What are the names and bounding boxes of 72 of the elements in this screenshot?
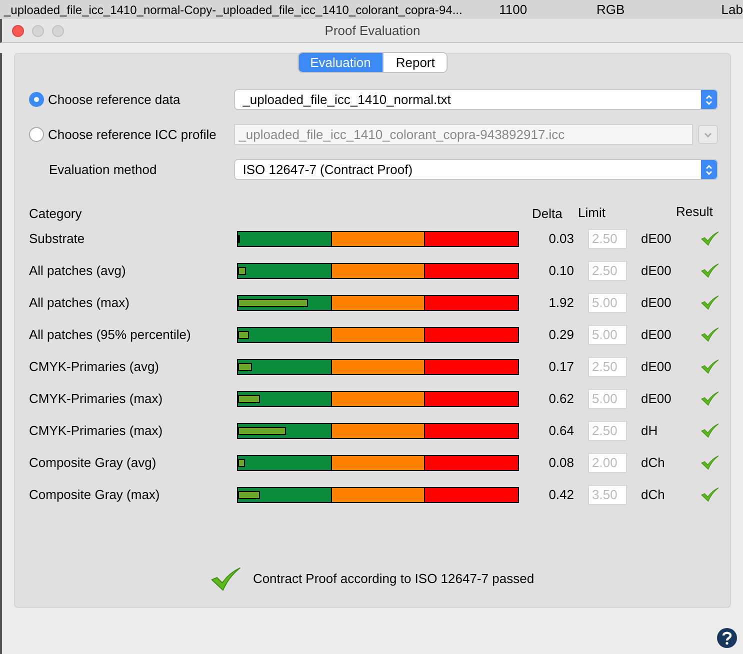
check-icon xyxy=(701,359,719,374)
table-cell-text: dCh xyxy=(641,486,666,504)
table-cell-text: 0.03 xyxy=(548,230,574,248)
limit-field[interactable]: 2.50 xyxy=(588,421,627,441)
background-text: RGB xyxy=(596,0,626,19)
check-icon xyxy=(701,231,719,246)
table-cell-text: 0.08 xyxy=(548,454,574,472)
table-cell-text: All patches (95% percentile) xyxy=(29,326,192,344)
minimize-button[interactable] xyxy=(32,25,44,37)
field-label: Evaluation method xyxy=(49,160,158,179)
summary-text: Contract Proof according to ISO 12647-7 passed xyxy=(252,570,534,588)
table-cell-text: CMYK-Primaries (max) xyxy=(29,390,164,408)
help-icon[interactable] xyxy=(717,628,737,648)
limit-field[interactable]: 2.50 xyxy=(588,357,627,377)
table-cell-text: dE00 xyxy=(641,390,672,408)
updown-icon xyxy=(701,160,717,179)
table-cell-text: All patches (max) xyxy=(29,294,130,312)
tab[interactable]: Report xyxy=(382,53,447,72)
check-icon xyxy=(210,566,241,592)
table-cell-text: dCh xyxy=(641,454,666,472)
limit-field[interactable]: 2.00 xyxy=(588,453,627,473)
check-icon xyxy=(701,455,719,470)
background-text: 1100 xyxy=(499,0,528,19)
updown-icon xyxy=(701,90,717,109)
window-title: Proof Evaluation xyxy=(324,22,420,40)
table-cell-text: dE00 xyxy=(641,262,672,280)
check-icon xyxy=(701,263,719,278)
table-cell-text: 1.92 xyxy=(548,294,574,312)
column-header: Result xyxy=(676,202,713,220)
table-cell-text: dE00 xyxy=(641,294,672,312)
background-text: _uploaded_file_icc_1410_normal-Copy-_uploaded_file_icc_1410_colorant_copra-94... xyxy=(2,2,464,18)
table-cell-text: 0.29 xyxy=(548,326,574,344)
table-cell-text: dE00 xyxy=(641,326,672,344)
column-header: Delta xyxy=(532,204,564,222)
zoom-button[interactable] xyxy=(52,25,64,37)
table-cell-text: dH xyxy=(641,422,659,440)
table-cell-text: Substrate xyxy=(29,230,86,248)
table-cell-text: CMYK-Primaries (max) xyxy=(29,422,164,440)
column-header: Category xyxy=(29,204,83,223)
table-cell-text: dE00 xyxy=(641,230,672,248)
background-text: Lab xyxy=(721,0,743,19)
table-cell-text: All patches (avg) xyxy=(29,262,127,280)
table-cell-text: Composite Gray (avg) xyxy=(29,454,158,472)
table-cell-text: 0.17 xyxy=(548,358,574,376)
tab[interactable]: Evaluation xyxy=(298,53,383,72)
limit-field[interactable]: 2.50 xyxy=(588,261,627,281)
table-cell-text: 0.42 xyxy=(548,486,574,504)
table-cell-text: 0.62 xyxy=(548,390,574,408)
radio-label: Choose reference ICC profile xyxy=(48,126,218,144)
table-cell-text: CMYK-Primaries (avg) xyxy=(29,358,160,376)
close-button[interactable] xyxy=(12,25,24,37)
radio-label: Choose reference data xyxy=(48,90,182,109)
check-icon xyxy=(701,423,719,438)
limit-field[interactable]: 5.00 xyxy=(588,389,627,409)
limit-field[interactable]: 3.50 xyxy=(588,485,627,505)
dropdown-button[interactable] xyxy=(698,125,718,144)
table-cell-text: dE00 xyxy=(641,358,672,376)
table-cell-text: Composite Gray (max) xyxy=(29,486,161,504)
column-header: Limit xyxy=(578,204,606,222)
limit-field[interactable]: 2.50 xyxy=(588,229,627,249)
limit-field[interactable]: 5.00 xyxy=(588,325,627,345)
dropdown[interactable]: _uploaded_file_icc_1410_normal.txt xyxy=(234,89,718,110)
table-cell-text: 0.10 xyxy=(548,262,574,280)
check-icon xyxy=(701,391,719,406)
radio-button[interactable] xyxy=(29,92,44,107)
caret-icon xyxy=(704,132,712,138)
check-icon xyxy=(701,327,719,342)
limit-field[interactable]: 5.00 xyxy=(588,293,627,313)
dropdown[interactable]: ISO 12647-7 (Contract Proof) xyxy=(234,159,718,180)
check-icon xyxy=(701,487,719,502)
table-cell-text: 0.64 xyxy=(548,422,574,440)
check-icon xyxy=(701,295,719,310)
